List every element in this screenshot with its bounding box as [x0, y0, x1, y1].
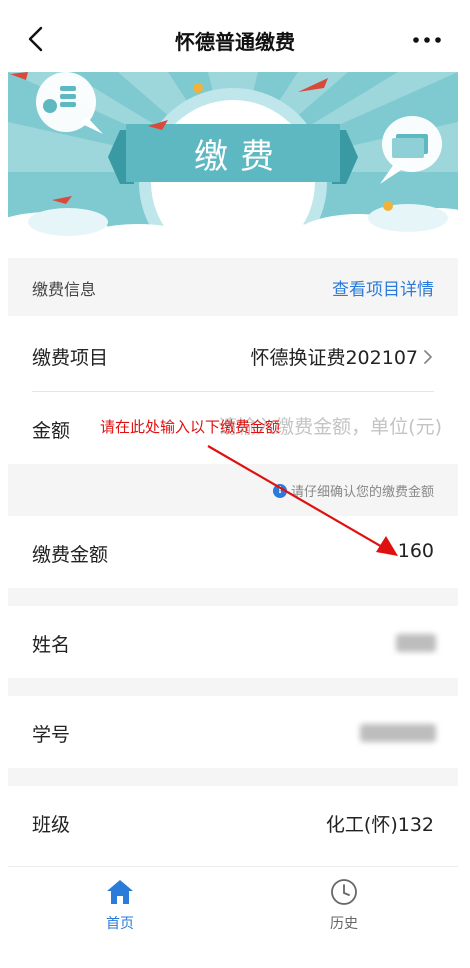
payment-item-row[interactable]: 缴费项目 怀德换证费202107: [8, 316, 458, 392]
pay-amount-label: 缴费金额: [32, 544, 109, 566]
section-gap: [8, 678, 458, 696]
tab-home-label: 首页: [106, 916, 134, 932]
section-gap: [8, 588, 458, 606]
section-title: 缴费信息: [32, 280, 97, 299]
section-gap: [8, 768, 458, 786]
class-label: 班级: [32, 814, 71, 836]
page-title: 怀德普通缴费: [175, 30, 295, 54]
view-details-link[interactable]: 查看项目详情: [332, 275, 434, 300]
home-icon: [107, 880, 133, 904]
nav-bar: 怀德普通缴费: [0, 0, 470, 72]
class-row: 班级 化工(怀)132: [8, 786, 458, 858]
student-id-row: 学号: [8, 696, 458, 768]
name-label: 姓名: [32, 634, 71, 656]
hint-row: ! 请仔细确认您的缴费金额: [8, 464, 458, 516]
pay-amount-value: 160: [397, 540, 434, 562]
section-header: 缴费信息 查看项目详情: [8, 258, 458, 316]
amount-label: 金额: [32, 420, 71, 442]
more-icon[interactable]: [410, 24, 444, 54]
payment-item-label: 缴费项目: [32, 347, 109, 369]
annotation-text: 请在此处输入以下缴费金额: [100, 418, 281, 436]
info-icon: !: [272, 483, 287, 498]
clock-icon: [331, 879, 357, 905]
pay-amount-row: 缴费金额 160: [8, 516, 458, 588]
hint-text: 请仔细确认您的缴费金额: [290, 485, 434, 500]
payment-item-text: 怀德换证费202107: [250, 347, 418, 369]
amount-row: 金额 请在此处输入以下缴费金额: [8, 392, 458, 464]
payment-banner: 缴费: [8, 72, 458, 258]
redacted-student-id: [360, 724, 436, 742]
redacted-name: [396, 634, 436, 652]
tab-home[interactable]: 首页: [60, 877, 180, 941]
payment-item-value[interactable]: 怀德换证费202107: [250, 343, 434, 370]
tab-bar: 首页 历史: [8, 866, 458, 950]
hint: ! 请仔细确认您的缴费金额: [272, 481, 434, 500]
tab-history[interactable]: 历史: [284, 877, 404, 941]
class-value: 化工(怀)132: [325, 814, 434, 836]
tab-history-label: 历史: [330, 916, 358, 932]
name-row: 姓名: [8, 606, 458, 678]
student-id-label: 学号: [32, 724, 71, 746]
chevron-right-icon: [424, 349, 432, 364]
banner-title: 缴费: [194, 137, 286, 177]
